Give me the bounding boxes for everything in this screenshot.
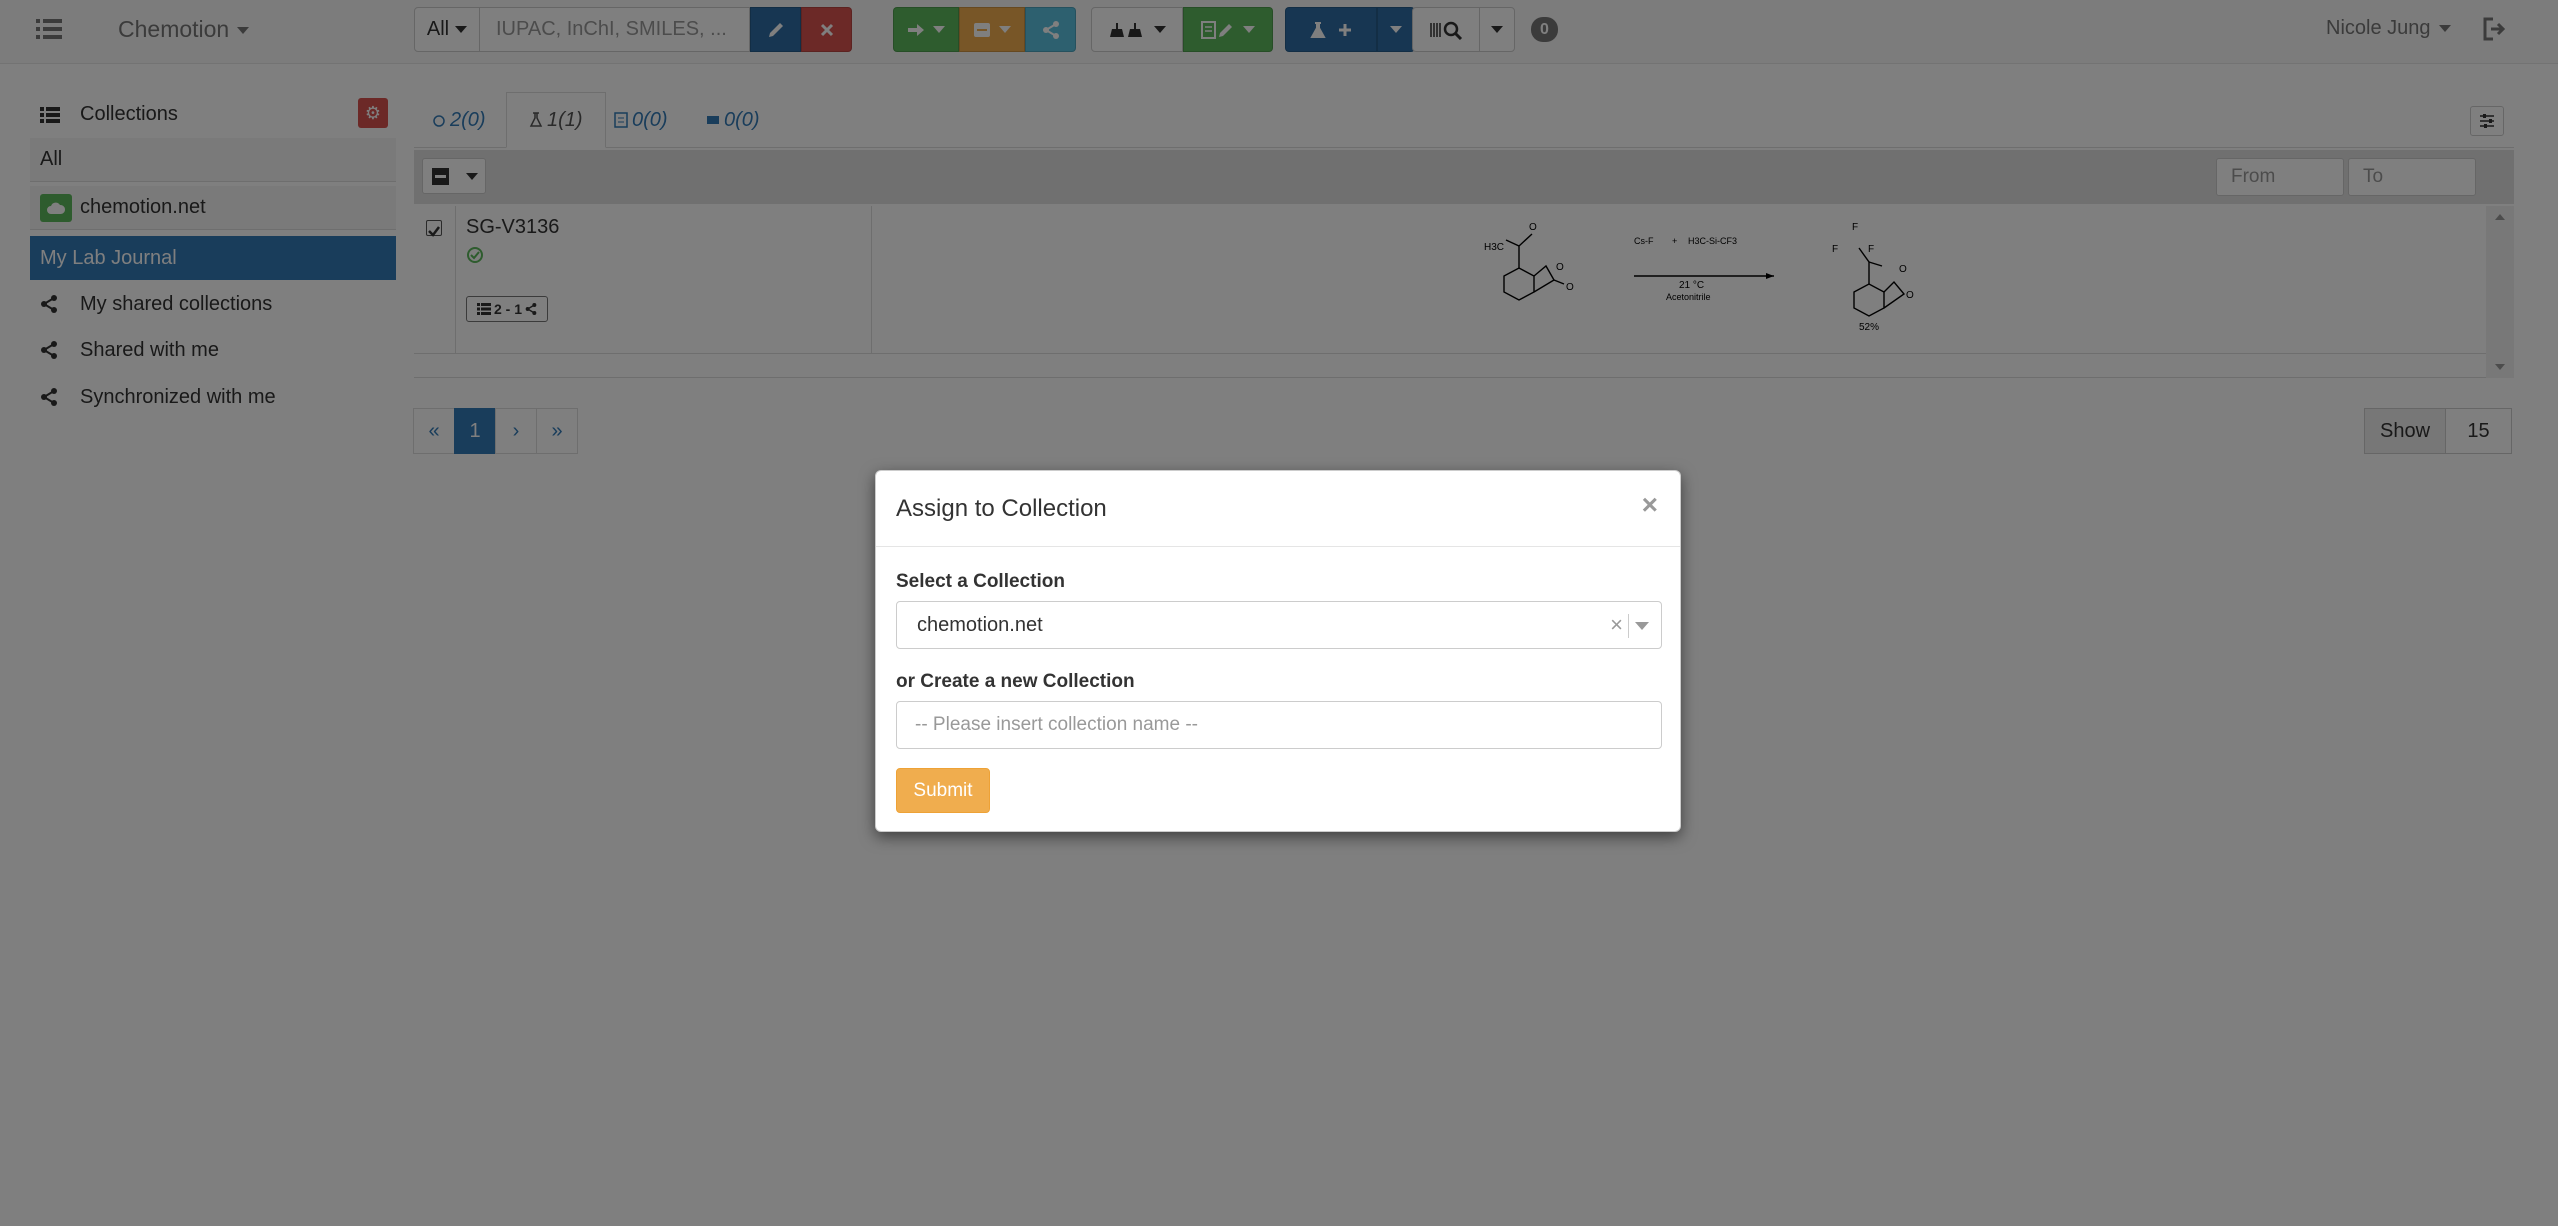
collection-select[interactable]: chemotion.net × [896,601,1662,649]
modal-title: Assign to Collection [896,495,1107,522]
select-collection-label: Select a Collection [896,571,1065,592]
modal-header: Assign to Collection × [876,471,1680,547]
new-collection-input[interactable]: -- Please insert collection name -- [896,701,1662,749]
chevron-down-icon[interactable] [1635,622,1649,630]
new-collection-placeholder: -- Please insert collection name -- [915,714,1198,735]
submit-button[interactable]: Submit [896,768,990,813]
clear-selection-icon[interactable]: × [1610,612,1623,638]
create-collection-label: or Create a new Collection [896,671,1135,692]
close-icon[interactable]: × [1642,489,1658,521]
selected-collection: chemotion.net [917,614,1043,636]
assign-collection-modal: Assign to Collection × Select a Collecti… [875,470,1681,832]
select-separator [1628,614,1629,638]
